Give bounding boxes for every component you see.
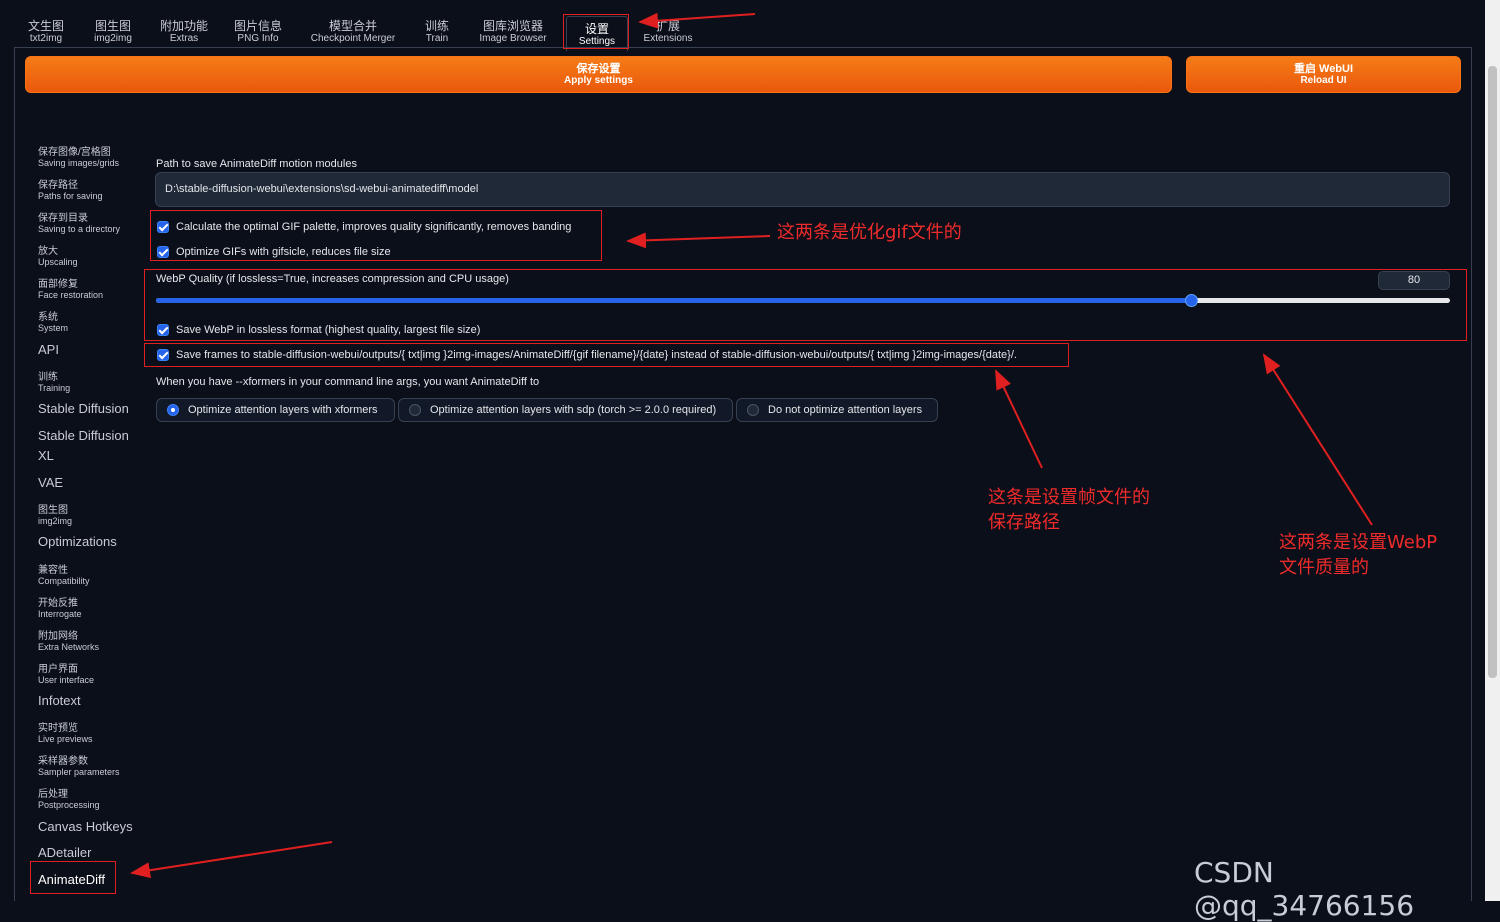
watermark: CSDN @qq_34766156	[1194, 856, 1415, 922]
annotation-webp-note-1: 这两条是设置WebP	[1279, 532, 1438, 553]
annotation-arrows	[130, 12, 1373, 879]
arrow-to-gif-options	[626, 232, 771, 249]
arrow-to-animatediff	[130, 841, 333, 879]
arrow-to-save-frames	[995, 369, 1043, 469]
annotation-frames-note-1: 这条是设置帧文件的	[988, 487, 1150, 508]
page-scrollbar[interactable]	[1485, 0, 1500, 901]
annotation-webp-note-2: 文件质量的	[1279, 557, 1369, 578]
scrollbar-thumb[interactable]	[1488, 66, 1497, 678]
arrow-to-settings-tab	[638, 12, 756, 29]
arrow-to-webp-options	[1262, 353, 1373, 526]
annotation-frames-note-2: 保存路径	[988, 512, 1060, 533]
annotation-gif-note: 这两条是优化gif文件的	[777, 222, 962, 243]
